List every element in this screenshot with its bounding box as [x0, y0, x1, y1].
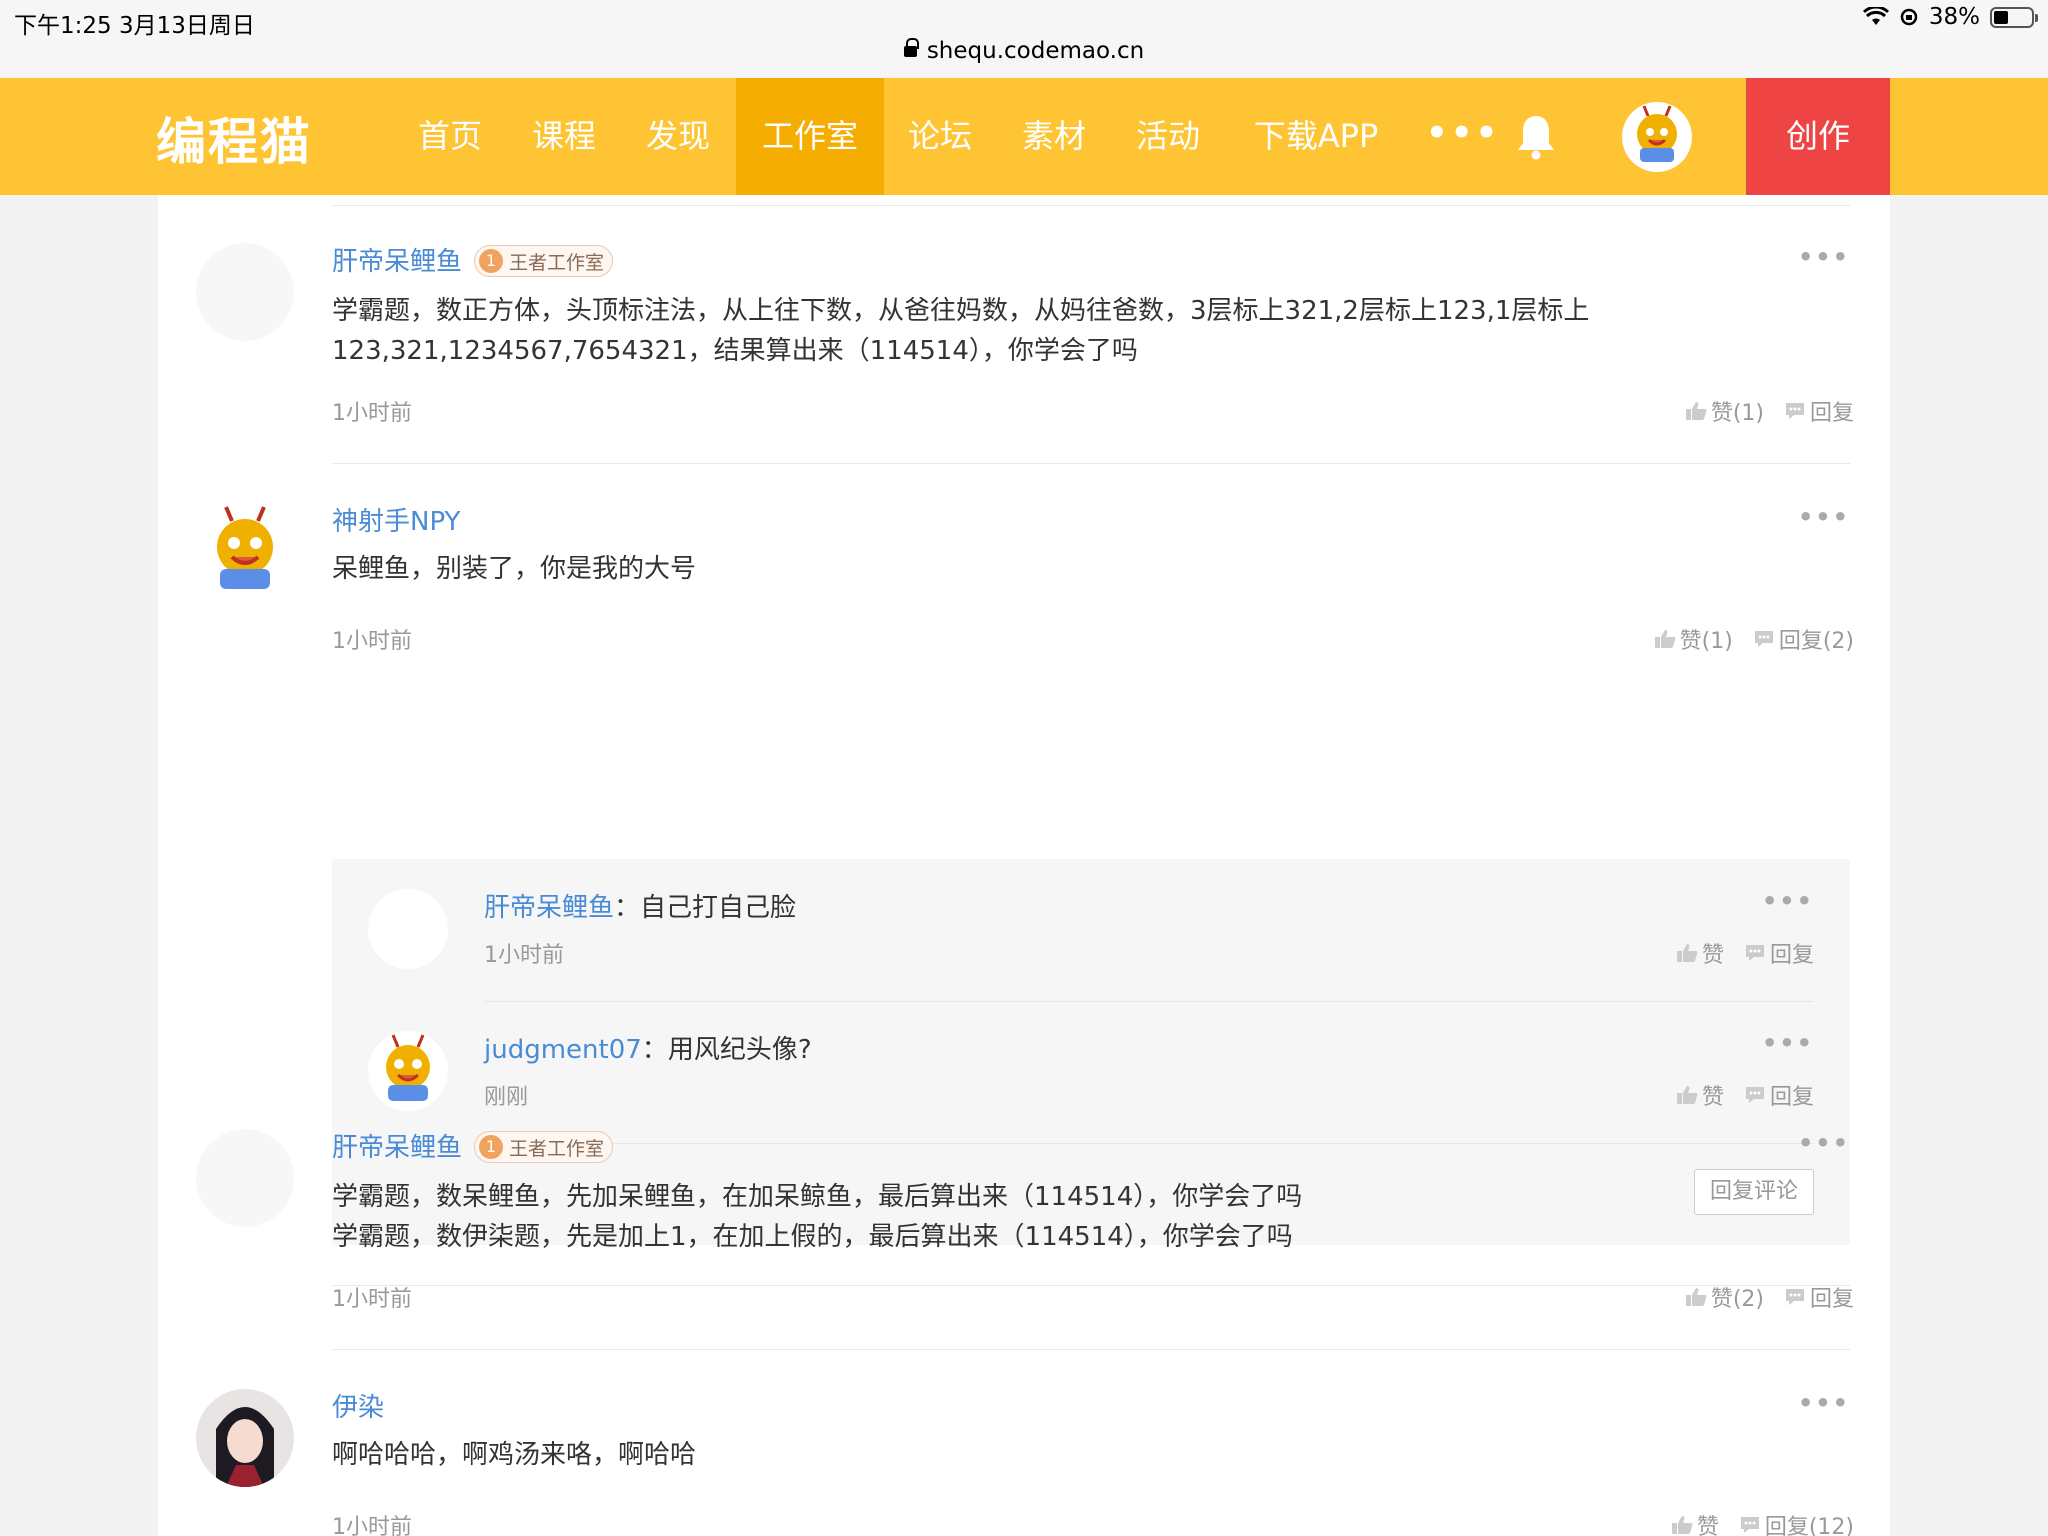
divider: [332, 1349, 1850, 1350]
comment-icon: [1785, 1289, 1804, 1305]
like-button[interactable]: 赞: [1676, 1079, 1724, 1111]
reply-actions: 赞 回复: [1676, 1079, 1814, 1111]
battery-icon: [1990, 6, 2038, 28]
thumbs-up-icon: [1654, 630, 1676, 648]
like-button[interactable]: 赞(1): [1654, 623, 1733, 655]
thumbs-up-icon: [1685, 1288, 1707, 1306]
reply-button[interactable]: 回复(2): [1753, 623, 1854, 655]
reply-text: 用风纪头像?: [667, 1035, 812, 1065]
comment-time: 1小时前: [332, 401, 412, 426]
avatar[interactable]: [196, 503, 294, 601]
comment-text: 学霸题，数呆鲤鱼，先加呆鲤鱼，在加呆鲸鱼，最后算出来（114514），你学会了吗…: [332, 1182, 1303, 1252]
nav-courses[interactable]: 课程: [518, 78, 610, 195]
more-options-icon[interactable]: •••: [1762, 1029, 1814, 1057]
comment-author[interactable]: 伊染: [332, 1387, 384, 1424]
status-time: 下午1:25 3月13日周日: [14, 13, 255, 39]
reply-avatar[interactable]: [368, 889, 448, 969]
reply-content: judgment07：用风纪头像?: [484, 1035, 812, 1065]
divider: [484, 1143, 1814, 1144]
reply-author[interactable]: 肝帝呆鲤鱼: [484, 893, 614, 923]
divider: [332, 463, 1850, 464]
lock-icon: [903, 38, 919, 57]
status-indicators: 38%: [1862, 4, 2038, 30]
comment-icon: [1745, 945, 1764, 961]
reply-author[interactable]: judgment07: [484, 1035, 642, 1065]
nav-studio[interactable]: 工作室: [736, 78, 884, 195]
reply-button[interactable]: 回复: [1744, 1079, 1814, 1111]
comment-icon: [1740, 1517, 1759, 1533]
nav-events[interactable]: 活动: [1122, 78, 1214, 195]
battery-percent: 38%: [1928, 4, 1980, 30]
comment-icon: [1754, 631, 1773, 647]
comment-actions: 赞(1) 回复(2): [1654, 623, 1854, 655]
reply-button[interactable]: 回复(12): [1739, 1509, 1854, 1536]
address-bar[interactable]: shequ.codemao.cn: [0, 38, 2048, 64]
studio-badge: 1 王者工作室: [474, 245, 614, 277]
comment-icon: [1745, 1087, 1764, 1103]
reply-time: 1小时前: [484, 943, 564, 968]
comment-author[interactable]: 肝帝呆鲤鱼 1 王者工作室: [332, 241, 614, 278]
comment-list: 肝帝呆鲤鱼 1 王者工作室 ••• 学霸题，数正方体，头顶标注法，从上往下数，从爸往…: [158, 195, 1890, 1536]
comment-time: 1小时前: [332, 1287, 412, 1312]
thumbs-up-icon: [1671, 1516, 1693, 1534]
thumbs-up-icon: [1676, 1086, 1698, 1104]
nav-download-app[interactable]: 下载APP: [1236, 78, 1396, 195]
bell-icon[interactable]: [1516, 114, 1556, 160]
rotation-lock-icon: [1900, 8, 1918, 26]
reply-avatar[interactable]: [368, 1031, 448, 1111]
more-options-icon[interactable]: •••: [1798, 1389, 1850, 1417]
thumbs-up-icon: [1676, 944, 1698, 962]
reply-content: 肝帝呆鲤鱼：自己打自己脸: [484, 893, 797, 923]
avatar[interactable]: [196, 1129, 294, 1227]
comment-author[interactable]: 神射手NPY: [332, 501, 460, 538]
comment-actions: 赞(1) 回复: [1685, 395, 1854, 427]
more-options-icon[interactable]: •••: [1798, 243, 1850, 271]
more-options-icon[interactable]: •••: [1798, 1129, 1850, 1157]
logo[interactable]: 编程猫: [156, 102, 312, 174]
avatar[interactable]: [196, 243, 294, 341]
divider: [484, 1001, 1814, 1002]
thumbs-up-icon: [1685, 402, 1707, 420]
comment-text: 呆鲤鱼，别装了，你是我的大号: [332, 554, 697, 584]
divider: [332, 1285, 1850, 1286]
status-bar: 下午1:25 3月13日周日 shequ.codemao.cn 38%: [0, 0, 2048, 78]
nav-materials[interactable]: 素材: [1008, 78, 1100, 195]
comment-actions: 赞 回复(12): [1671, 1509, 1854, 1536]
divider: [332, 205, 1850, 206]
reply-button[interactable]: 回复: [1784, 1281, 1854, 1313]
comment-icon: [1785, 403, 1804, 419]
avatar[interactable]: [196, 1389, 294, 1487]
comment-time: 1小时前: [332, 629, 412, 654]
reply-time: 刚刚: [484, 1085, 529, 1110]
more-menu-icon[interactable]: •••: [1426, 78, 1500, 195]
like-button[interactable]: 赞(2): [1685, 1281, 1764, 1313]
comment-text: 啊哈哈哈，啊鸡汤来咯，啊哈哈: [332, 1440, 697, 1470]
more-options-icon[interactable]: •••: [1762, 887, 1814, 915]
reply-text: 自己打自己脸: [640, 893, 797, 923]
comment-text: 学霸题，数正方体，头顶标注法，从上往下数，从爸往妈数，从妈往爸数，3层标上321…: [332, 296, 1590, 366]
create-button[interactable]: 创作: [1746, 78, 1890, 195]
wifi-icon: [1862, 7, 1889, 25]
more-options-icon[interactable]: •••: [1798, 503, 1850, 531]
comment-time: 1小时前: [332, 1515, 412, 1536]
nav-discover[interactable]: 发现: [632, 78, 724, 195]
nav-forum[interactable]: 论坛: [894, 78, 986, 195]
reply-button[interactable]: 回复: [1744, 937, 1814, 969]
like-button[interactable]: 赞: [1671, 1509, 1719, 1536]
like-button[interactable]: 赞(1): [1685, 395, 1764, 427]
comment-author[interactable]: 肝帝呆鲤鱼 1 王者工作室: [332, 1127, 614, 1164]
reply-button[interactable]: 回复: [1784, 395, 1854, 427]
user-avatar[interactable]: [1622, 102, 1692, 172]
top-navbar: 编程猫 首页 课程 发现 工作室 论坛 素材 活动 下载APP ••• 创作: [0, 78, 2048, 195]
comment-actions: 赞(2) 回复: [1685, 1281, 1854, 1313]
url-text: shequ.codemao.cn: [926, 38, 1145, 64]
nav-home[interactable]: 首页: [404, 78, 496, 195]
like-button[interactable]: 赞: [1676, 937, 1724, 969]
studio-badge: 1 王者工作室: [474, 1131, 614, 1163]
reply-actions: 赞 回复: [1676, 937, 1814, 969]
